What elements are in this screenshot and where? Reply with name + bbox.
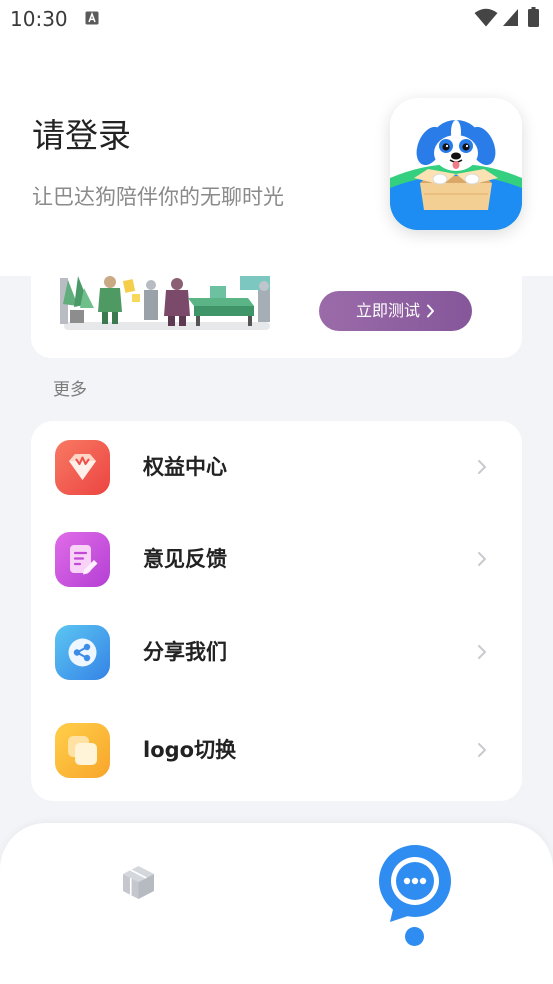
list-item-feedback[interactable]: 意见反馈: [31, 513, 522, 605]
chat-bubble-icon: [379, 845, 451, 922]
active-tab-indicator: [405, 927, 424, 946]
cube-icon: [120, 864, 157, 901]
chevron-right-icon: [477, 742, 487, 758]
start-test-button[interactable]: 立即测试: [319, 291, 472, 331]
login-subtitle: 让巴达狗陪伴你的无聊时光: [32, 185, 284, 209]
header: 10:30 请登录 让巴达狗陪伴你的无聊时光: [0, 0, 553, 276]
tab-chat[interactable]: [378, 845, 452, 923]
chevron-right-icon: [426, 304, 435, 318]
wifi-icon: [474, 8, 498, 27]
list-item-label: 分享我们: [143, 640, 227, 664]
list-item-share[interactable]: 分享我们: [31, 606, 522, 698]
share-icon: [55, 625, 110, 680]
chevron-right-icon: [477, 459, 487, 475]
tab-home[interactable]: [100, 844, 177, 921]
chevron-right-icon: [477, 644, 487, 660]
signal-icon: [502, 8, 518, 27]
bottom-nav: [0, 823, 553, 984]
login-title[interactable]: 请登录: [32, 114, 131, 158]
list-item-logo-switch[interactable]: logo切换: [31, 704, 522, 796]
switch-layers-icon: [55, 723, 110, 778]
dog-in-box-icon[interactable]: [390, 98, 522, 230]
battery-icon: [528, 7, 539, 27]
diamond-crown-icon: [55, 440, 110, 495]
more-list: 权益中心 意见反馈 分享我们 logo切换: [31, 421, 522, 801]
list-item-label: logo切换: [143, 738, 237, 762]
list-item-label: 权益中心: [143, 455, 227, 479]
list-item-label: 意见反馈: [143, 547, 227, 571]
start-test-label: 立即测试: [355, 301, 420, 320]
list-item-benefits[interactable]: 权益中心: [31, 421, 522, 513]
more-section-label: 更多: [53, 380, 87, 400]
status-bar: 10:30: [0, 0, 553, 36]
chevron-right-icon: [477, 551, 487, 567]
edit-document-icon: [55, 532, 110, 587]
a-letter-icon: [85, 11, 99, 25]
status-time: 10:30: [10, 7, 68, 31]
